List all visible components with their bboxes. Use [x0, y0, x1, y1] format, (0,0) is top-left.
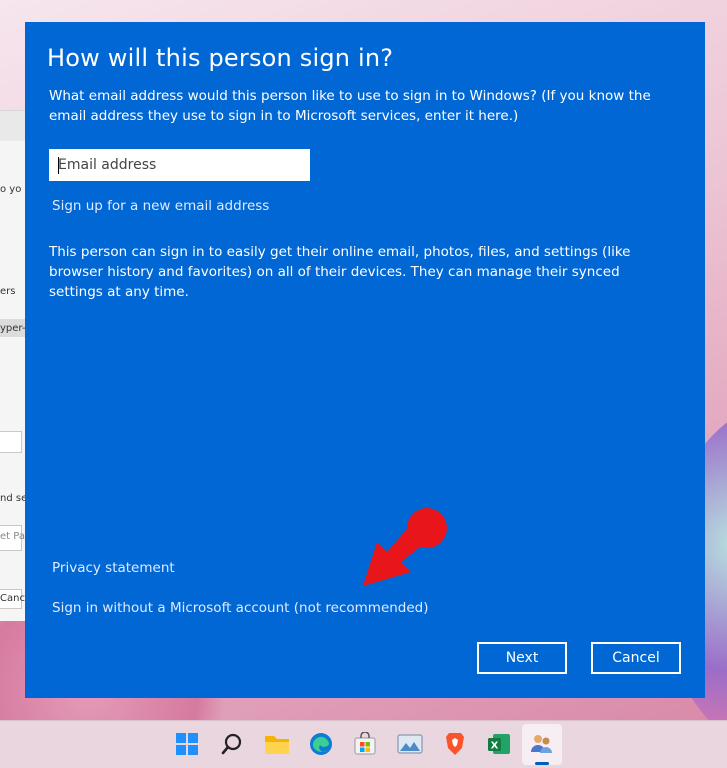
windows-start-icon[interactable]: [172, 729, 202, 759]
sign-in-dialog: How will this person sign in? What email…: [25, 22, 705, 698]
brave-browser-icon[interactable]: [440, 729, 470, 759]
red-arrow-annotation-icon: [363, 508, 447, 586]
privacy-statement-link[interactable]: Privacy statement: [52, 560, 175, 576]
edge-browser-icon[interactable]: [306, 729, 336, 759]
bg-text-fragment: Cance: [0, 593, 26, 604]
photos-icon[interactable]: [395, 729, 425, 759]
microsoft-store-icon[interactable]: [350, 729, 380, 759]
sign-up-new-email-link[interactable]: Sign up for a new email address: [52, 198, 269, 214]
excel-icon[interactable]: X: [484, 729, 514, 759]
file-explorer-icon[interactable]: [262, 729, 292, 759]
search-icon[interactable]: [217, 729, 247, 759]
bg-text-fragment: nd se: [0, 493, 26, 504]
text-caret: [58, 157, 59, 174]
dialog-title: How will this person sign in?: [47, 44, 394, 72]
bg-text-fragment: yper-: [0, 323, 26, 334]
window-header-band: [0, 111, 26, 141]
dialog-info-text: This person can sign in to easily get th…: [49, 244, 631, 300]
svg-text:X: X: [491, 741, 499, 752]
active-app-indicator: [535, 762, 549, 765]
cancel-button[interactable]: Cancel: [591, 642, 681, 674]
bg-input-box: [0, 431, 22, 453]
bg-text-fragment: o yo: [0, 184, 22, 195]
sign-in-without-microsoft-account-link[interactable]: Sign in without a Microsoft account (not…: [52, 600, 429, 616]
bg-text-fragment: et Pa: [0, 531, 25, 542]
bg-text-fragment: ers: [0, 286, 16, 297]
taskbar: X: [0, 720, 727, 768]
email-address-input[interactable]: [49, 149, 310, 181]
dialog-description: What email address would this person lik…: [49, 88, 651, 124]
user-accounts-icon[interactable]: [527, 729, 557, 759]
background-settings-window: o yo ers yper- nd se et Pa Cance: [0, 110, 26, 621]
next-button[interactable]: Next: [477, 642, 567, 674]
